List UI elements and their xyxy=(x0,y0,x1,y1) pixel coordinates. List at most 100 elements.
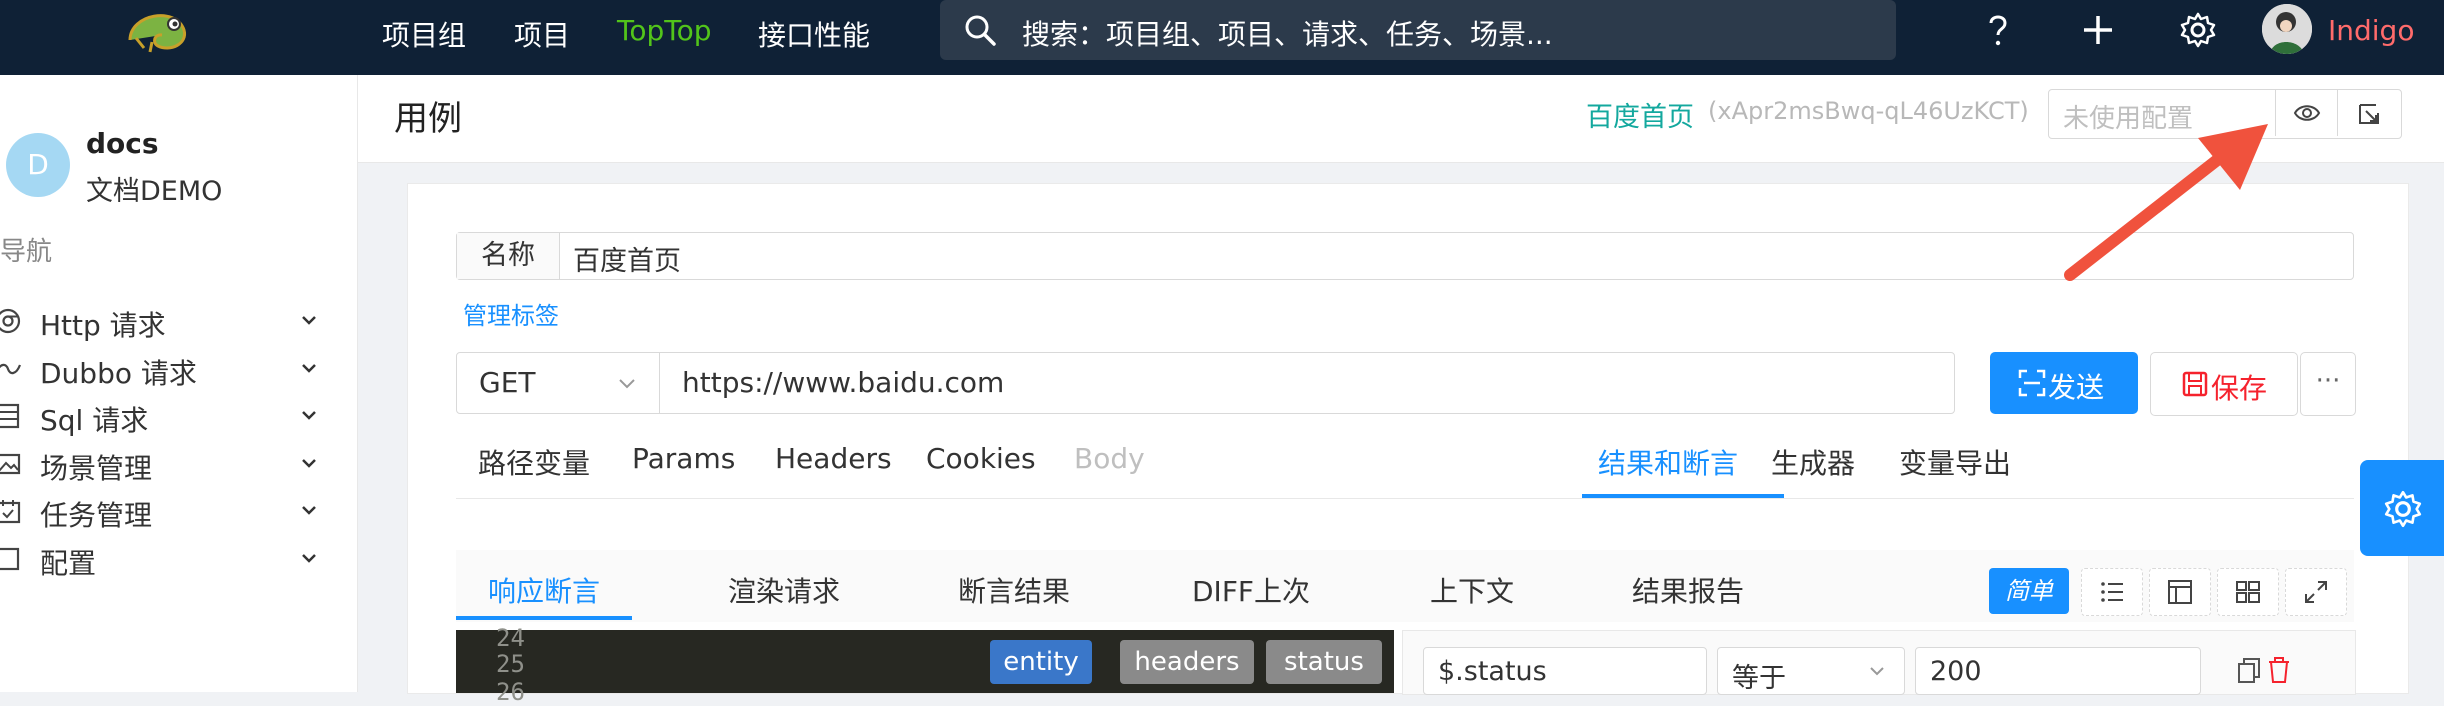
subtab-context[interactable]: 上下文 xyxy=(1430,570,1514,610)
config-icon xyxy=(0,547,20,571)
page-title: 用例 xyxy=(394,99,462,139)
manage-tags-link[interactable]: 管理标签 xyxy=(463,296,559,331)
tab-generators[interactable]: 生成器 xyxy=(1771,442,1855,482)
method-value: GET xyxy=(479,366,536,399)
sidebar-item-sql[interactable]: Sql 请求 xyxy=(0,390,330,440)
search-icon xyxy=(965,15,996,46)
save-icon xyxy=(2182,371,2208,397)
grid-icon xyxy=(2236,581,2260,603)
edit-config-button[interactable] xyxy=(2337,90,2400,136)
chevron-down-icon xyxy=(302,554,316,563)
list-view-button[interactable] xyxy=(2081,568,2143,616)
database-icon xyxy=(0,403,20,429)
subtab-assertion-results[interactable]: 断言结果 xyxy=(958,570,1070,610)
case-name-link[interactable]: 百度首页 xyxy=(1586,95,1694,134)
chameleon-logo[interactable] xyxy=(118,0,198,60)
grid-view-button[interactable] xyxy=(2217,568,2279,616)
annotation-arrow xyxy=(2064,124,2268,281)
user-avatar[interactable] xyxy=(2262,4,2312,54)
user-name[interactable]: Indigo xyxy=(2328,14,2414,47)
case-id: (xApr2msBwq-qL46UzKCT) xyxy=(1708,97,2029,125)
add-icon[interactable] xyxy=(2078,10,2118,50)
project-title: docs xyxy=(86,127,159,160)
sidebar-item-tasks[interactable]: 任务管理 xyxy=(0,485,330,535)
picture-icon xyxy=(0,453,21,475)
settings-gear-icon[interactable] xyxy=(2178,10,2218,50)
help-icon[interactable] xyxy=(1978,10,2018,50)
delete-icon[interactable] xyxy=(2267,657,2291,683)
layout-view-button[interactable] xyxy=(2149,568,2211,616)
sidebar: D docs 文档DEMO 导航 Http 请求 Dubbo 请求 Sql 请求 xyxy=(0,75,358,692)
sidebar-item-scenes[interactable]: 场景管理 xyxy=(0,438,330,488)
tab-path-variables[interactable]: 路径变量 xyxy=(478,442,590,482)
search-placeholder: 搜索：项目组、项目、请求、任务、场景... xyxy=(1022,18,1553,51)
assertion-panel: $.status 等于 200 xyxy=(1402,630,2356,695)
more-actions-button[interactable]: ··· xyxy=(2300,352,2356,416)
send-button[interactable]: 发送 xyxy=(1990,352,2138,414)
project-subtitle: 文档DEMO xyxy=(86,176,223,207)
entity-tag[interactable]: entity xyxy=(990,640,1092,684)
sidebar-item-label: 场景管理 xyxy=(40,452,153,485)
calendar-icon xyxy=(0,500,21,524)
floating-settings-button[interactable] xyxy=(2360,460,2444,556)
tab-headers[interactable]: Headers xyxy=(775,442,892,475)
project-avatar: D xyxy=(6,133,70,197)
chrome-icon xyxy=(0,308,21,334)
chevron-down-icon xyxy=(302,506,316,515)
tab-params[interactable]: Params xyxy=(632,442,735,475)
expected-value-input[interactable]: 200 xyxy=(1915,647,2201,695)
url-value: https://www.baidu.com xyxy=(682,366,1005,399)
chevron-down-icon xyxy=(302,459,316,468)
line-number: 24 xyxy=(496,624,525,652)
nav-interface-performance[interactable]: 接口性能 xyxy=(758,14,870,54)
chevron-down-icon xyxy=(1870,667,1884,676)
result-subtabs: 响应断言 渲染请求 断言结果 DIFF上次 上下文 结果报告 简单 xyxy=(456,550,2354,622)
tab-body: Body xyxy=(1074,442,1145,475)
save-button-label: 保存 xyxy=(2211,372,2268,405)
nav-project-group[interactable]: 项目组 xyxy=(382,14,466,54)
tab-variable-export[interactable]: 变量导出 xyxy=(1899,442,2011,482)
save-button[interactable]: 保存 xyxy=(2150,352,2298,416)
sidebar-item-label: Sql 请求 xyxy=(40,404,149,437)
chevron-down-icon xyxy=(302,364,316,373)
sidebar-item-config[interactable]: 配置 xyxy=(0,533,330,583)
line-number: 25 xyxy=(496,650,525,678)
sidebar-item-label: 配置 xyxy=(40,547,97,580)
edit-icon xyxy=(2359,104,2379,124)
status-tag[interactable]: status xyxy=(1266,640,1382,684)
json-path-input[interactable]: $.status xyxy=(1423,647,1707,695)
nav-section-label: 导航 xyxy=(0,237,53,267)
url-input[interactable]: https://www.baidu.com xyxy=(659,352,1955,414)
request-tabs: 路径变量 Params Headers Cookies Body 结果和断言 生… xyxy=(456,430,2354,499)
chevron-down-icon xyxy=(302,411,316,420)
top-navigation-bar: 项目组 项目 TopTop 接口性能 搜索：项目组、项目、请求、任务、场景...… xyxy=(0,0,2444,75)
name-input[interactable]: 百度首页 xyxy=(573,239,681,278)
simple-view-button[interactable]: 简单 xyxy=(1989,568,2069,614)
subtab-render-request[interactable]: 渲染请求 xyxy=(728,570,840,610)
scan-icon xyxy=(2018,369,2046,397)
method-select[interactable]: GET xyxy=(456,352,660,414)
active-subtab-indicator xyxy=(456,616,632,620)
settings-gear-icon xyxy=(2384,490,2422,528)
response-code-editor[interactable]: 24 25 26 entity headers status xyxy=(456,624,1394,706)
sidebar-item-label: 任务管理 xyxy=(40,499,153,532)
headers-tag[interactable]: headers xyxy=(1120,640,1254,684)
tab-cookies[interactable]: Cookies xyxy=(926,442,1036,475)
sidebar-item-http[interactable]: Http 请求 xyxy=(0,295,330,345)
tab-results-assertions[interactable]: 结果和断言 xyxy=(1598,442,1738,482)
layout-icon xyxy=(2168,580,2192,604)
name-label: 名称 xyxy=(457,233,560,279)
operator-select[interactable]: 等于 xyxy=(1717,647,1905,695)
sidebar-item-dubbo[interactable]: Dubbo 请求 xyxy=(0,343,330,393)
view-config-button[interactable] xyxy=(2275,90,2338,136)
nav-project[interactable]: 项目 xyxy=(514,14,570,54)
fullscreen-button[interactable] xyxy=(2285,568,2347,616)
subtab-response-assertion[interactable]: 响应断言 xyxy=(488,570,600,610)
subtab-diff-last[interactable]: DIFF上次 xyxy=(1192,570,1310,610)
global-search-box[interactable]: 搜索：项目组、项目、请求、任务、场景... xyxy=(940,0,1896,60)
json-path-value: $.status xyxy=(1438,656,1547,687)
copy-icon[interactable] xyxy=(2237,657,2261,683)
subtab-result-report[interactable]: 结果报告 xyxy=(1632,570,1744,610)
expand-icon xyxy=(2305,581,2327,603)
nav-toptop[interactable]: TopTop xyxy=(617,14,712,47)
